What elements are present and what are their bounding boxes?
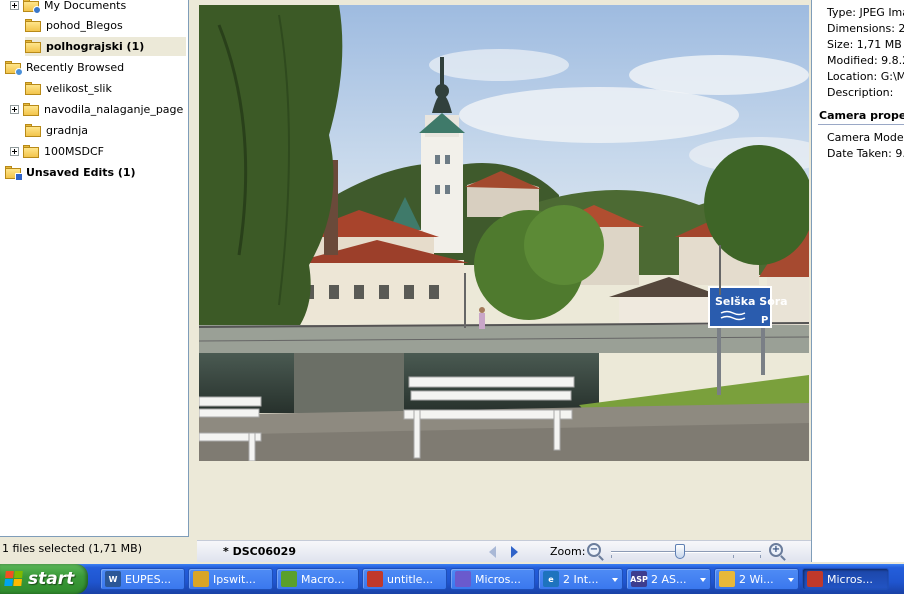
section-divider — [818, 124, 904, 125]
properties-panel: Type: JPEG Ima Dimensions: 227 Size: 1,7… — [811, 0, 904, 562]
taskbar-button-1[interactable]: W EUPES... — [100, 568, 185, 590]
current-filename: * DSC06029 — [223, 545, 296, 558]
zoom-label: Zoom: — [550, 545, 586, 558]
taskbar-button-8[interactable]: 2 Wi... — [714, 568, 799, 590]
start-label: start — [28, 569, 75, 589]
tree-item-label: velikost_slik — [46, 82, 112, 95]
property-date-taken: Date Taken: 9.8 — [827, 147, 904, 160]
word-document-icon: W — [105, 571, 121, 587]
zoom-tick — [760, 555, 761, 558]
property-camera-model: Camera Model: — [827, 131, 904, 144]
microsoft-app-icon — [455, 571, 471, 587]
taskbar-button-4[interactable]: untitle... — [362, 568, 447, 590]
folder-icon — [25, 19, 41, 32]
road-sign-text: Selška Sora — [715, 295, 788, 308]
folder-tree: My Documents pohod_Blegos polhograjski (… — [0, 0, 189, 537]
photo-preview[interactable]: Selška Sora P — [199, 5, 809, 461]
zoom-slider-thumb[interactable] — [675, 544, 685, 559]
taskbar-button-label: Ipswit... — [213, 572, 256, 586]
folder-icon — [25, 124, 41, 137]
windows-explorer-folder-icon — [719, 571, 735, 587]
viewer-toolbar: * DSC06029 Zoom: − + — [197, 540, 811, 562]
tree-item-navodila-nalaganje-page[interactable]: navodila_nalaganje_page — [10, 100, 186, 119]
recently-browsed-icon — [5, 61, 23, 76]
expand-icon[interactable] — [10, 1, 19, 10]
group-arrow-icon — [612, 578, 618, 582]
internet-explorer-icon: e — [543, 571, 559, 587]
property-dimensions: Dimensions: 227 — [827, 22, 904, 35]
tree-item-label: Recently Browsed — [26, 61, 125, 74]
windows-logo-icon — [4, 571, 24, 587]
taskbar-button-label: 2 Wi... — [739, 572, 774, 586]
taskbar-button-3[interactable]: Macro... — [276, 568, 359, 590]
macromedia-dreamweaver-icon — [281, 571, 297, 587]
tree-item-label: Unsaved Edits (1) — [26, 166, 136, 179]
property-location: Location: G:\M — [827, 70, 904, 83]
tree-item-unsaved-edits[interactable]: Unsaved Edits (1) — [5, 163, 186, 182]
tree-item-gradnja[interactable]: gradnja — [25, 121, 186, 140]
tree-item-label: pohod_Blegos — [46, 19, 123, 32]
taskbar-button-label: 2 AS... — [651, 572, 687, 586]
ipswitch-ftp-icon — [193, 571, 209, 587]
folder-icon — [23, 103, 39, 116]
start-button[interactable]: start — [0, 564, 88, 594]
tree-item-label: gradnja — [46, 124, 88, 137]
property-description: Description: — [827, 86, 894, 99]
group-arrow-icon — [700, 578, 706, 582]
tree-item-label: polhograjski (1) — [46, 40, 145, 53]
picture-manager-icon — [807, 571, 823, 587]
paint-icon — [367, 571, 383, 587]
files-selected-status: 1 files selected (1,71 MB) — [0, 540, 196, 560]
taskbar-button-label: Micros... — [827, 572, 873, 586]
next-image-button[interactable] — [511, 546, 518, 558]
unsaved-edits-icon — [5, 166, 23, 181]
road-sign-letter: P — [761, 315, 768, 326]
taskbar-button-6[interactable]: e 2 Int... — [538, 568, 623, 590]
taskbar-button-label: 2 Int... — [563, 572, 599, 586]
photo-illustration: Selška Sora P — [199, 5, 809, 461]
folder-icon — [23, 145, 39, 158]
expand-icon[interactable] — [10, 147, 19, 156]
camera-properties-heading: Camera proper — [819, 109, 904, 122]
taskbar-button-7[interactable]: ASP 2 AS... — [626, 568, 711, 590]
taskbar-button-label: Macro... — [301, 572, 345, 586]
tree-item-polhograjski[interactable]: polhograjski (1) — [25, 37, 186, 56]
property-modified: Modified: 9.8.20 — [827, 54, 904, 67]
taskbar-button-label: untitle... — [387, 572, 433, 586]
taskbar-button-label: Micros... — [475, 572, 521, 586]
group-arrow-icon — [788, 578, 794, 582]
zoom-tick — [611, 555, 612, 558]
tree-item-label: My Documents — [44, 0, 127, 12]
taskbar-button-2[interactable]: Ipswit... — [188, 568, 273, 590]
zoom-out-icon[interactable]: − — [587, 543, 601, 557]
property-size: Size: 1,71 MB — [827, 38, 902, 51]
expand-icon[interactable] — [10, 105, 19, 114]
taskbar-button-9[interactable]: Micros... — [802, 568, 889, 590]
asp-icon: ASP — [630, 571, 648, 587]
tree-item-velikost-slik[interactable]: velikost_slik — [25, 79, 186, 98]
tree-item-label: 100MSDCF — [44, 145, 104, 158]
taskbar: start W EUPES... Ipswit... Macro... untitle.… — [0, 564, 904, 594]
zoom-in-icon[interactable]: + — [769, 543, 783, 557]
tree-item-pohod-blegos[interactable]: pohod_Blegos — [25, 16, 186, 35]
tree-item-label: navodila_nalaganje_page — [44, 103, 184, 116]
tree-item-100msdcf[interactable]: 100MSDCF — [10, 142, 186, 161]
taskbar-button-5[interactable]: Micros... — [450, 568, 535, 590]
tree-item-my-documents[interactable]: My Documents — [10, 0, 186, 15]
taskbar-button-label: EUPES... — [125, 572, 172, 586]
tree-item-recently-browsed[interactable]: Recently Browsed — [5, 58, 186, 77]
image-viewer: Selška Sora P — [197, 0, 811, 540]
zoom-tick — [733, 555, 734, 558]
my-documents-folder-icon — [23, 0, 41, 14]
zoom-slider-track[interactable] — [611, 551, 761, 553]
property-type: Type: JPEG Ima — [827, 6, 904, 19]
folder-icon — [25, 82, 41, 95]
previous-image-button[interactable] — [489, 546, 496, 558]
folder-icon — [25, 40, 41, 53]
